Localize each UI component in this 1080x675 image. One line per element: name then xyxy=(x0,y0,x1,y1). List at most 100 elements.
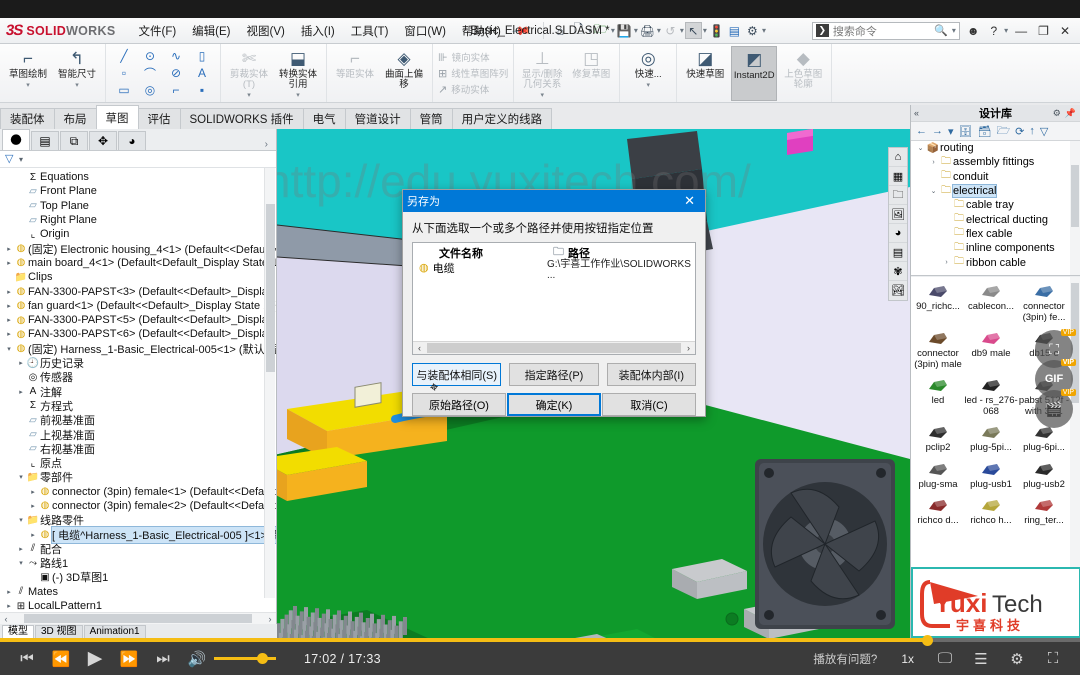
open-document-icon[interactable]: 🗁 xyxy=(593,22,610,39)
tree-node[interactable]: ▸◍connector (3pin) female<2> (Default<<D… xyxy=(0,499,276,513)
sketch-tool-11[interactable]: ▪ xyxy=(200,83,204,97)
expand-icon[interactable]: ▸ xyxy=(28,502,38,510)
settings-dropdown-icon[interactable]: ▾ xyxy=(762,26,766,35)
expand-icon[interactable]: ▸ xyxy=(4,288,14,296)
mirror-entities-row[interactable]: ⊪镜向实体 xyxy=(438,50,508,64)
scroll-left-icon[interactable]: ‹ xyxy=(0,614,12,624)
filter-icon[interactable]: ▽ xyxy=(5,154,16,165)
scroll-left-icon[interactable]: ‹ xyxy=(413,343,426,353)
library-item[interactable]: plug-usb1 xyxy=(965,458,1017,491)
tab-管道设计[interactable]: 管道设计 xyxy=(345,108,411,129)
expand-icon[interactable]: ▸ xyxy=(16,359,26,367)
help-icon[interactable]: ? xyxy=(986,24,1001,38)
sketch-tool-7[interactable]: A xyxy=(198,66,206,80)
tree-node[interactable]: ▣(-) 3D草图1 xyxy=(0,570,276,584)
skip-forward-button[interactable]: ⏭ xyxy=(146,642,180,675)
close-button[interactable]: ✕ xyxy=(1056,24,1074,38)
volume-button[interactable]: 🔊 xyxy=(180,642,214,675)
tree-node[interactable]: ▸◍connector (3pin) female<1> (Default<<D… xyxy=(0,485,276,499)
home-icon[interactable]: ⌂ xyxy=(552,22,569,39)
expand-icon[interactable]: ▾ xyxy=(4,345,14,353)
move-entities-row[interactable]: ↗移动实体 xyxy=(438,82,508,96)
tree-node[interactable]: ▾📁零部件 xyxy=(0,470,276,484)
settings-button[interactable]: ⚙ xyxy=(1000,642,1034,675)
tree-vertical-scrollbar[interactable] xyxy=(264,168,275,598)
repair-sketch-button[interactable]: ◳修复草图 xyxy=(568,46,614,101)
skip-back-button[interactable]: ⏮ xyxy=(10,642,44,675)
paths-listbox[interactable]: 文件名称 🗀路径 ◍电缆 G:\宇喜工作作业\SOLIDWORKS ... ‹ … xyxy=(412,242,696,355)
tree-node[interactable]: ▸◍[ 电缆^Harness_1-Basic_Electrical-005 ]<… xyxy=(0,527,276,541)
library-item[interactable]: pclip2 xyxy=(912,421,964,454)
gear-icon[interactable]: ⚙ xyxy=(1053,108,1061,119)
library-item[interactable]: connector (3pin) male xyxy=(912,327,964,370)
play-button[interactable]: ▶ xyxy=(78,642,112,675)
tree-node[interactable]: ▸◍fan guard<1> (Default<<Default>_Displa… xyxy=(0,299,276,313)
tree-node[interactable]: ▱Front Plane xyxy=(0,184,276,198)
dialog-button-0[interactable]: 与装配体相同(S) xyxy=(412,363,501,386)
dimxpert-manager-tab[interactable]: ✥ xyxy=(89,131,117,150)
sketch-tool-10[interactable]: ⌐ xyxy=(172,83,179,97)
dropdown-icon[interactable]: ▾ xyxy=(646,81,650,89)
tree-node[interactable]: ◎传感器 xyxy=(0,370,276,384)
library-tree-node[interactable]: 🗀electrical ducting xyxy=(911,212,1080,226)
convert-entities-button[interactable]: ⬓转换实体引用▾ xyxy=(275,46,321,101)
tree-node[interactable]: ▸⫽配合 xyxy=(0,542,276,556)
expand-icon[interactable]: ▸ xyxy=(4,259,14,267)
tab-评估[interactable]: 评估 xyxy=(138,108,181,129)
rebuild-icon[interactable]: 🚦 xyxy=(708,22,725,39)
expand-icon[interactable]: ▸ xyxy=(16,388,26,396)
feature-manager-tab[interactable]: 🌑 xyxy=(2,129,30,150)
tree-node[interactable]: ▸⊞LocalLPattern1 xyxy=(0,599,276,612)
expand-icon[interactable]: ▸ xyxy=(28,488,38,496)
display-manager-tab[interactable]: ◕ xyxy=(118,131,146,150)
sketch-tool-0[interactable]: ╱ xyxy=(120,49,127,63)
back-icon[interactable]: ← xyxy=(916,125,927,137)
sketch-tool-9[interactable]: ◎ xyxy=(145,83,155,97)
expand-icon[interactable]: ▸ xyxy=(4,302,14,310)
tree-node[interactable]: ▸◍(固定) Electronic housing_4<1> (Default<… xyxy=(0,241,276,255)
library-item[interactable]: plug-usb2 xyxy=(1018,458,1070,491)
tree-node[interactable]: ▸A注解 xyxy=(0,384,276,398)
expand-icon[interactable]: ▾ xyxy=(16,516,26,524)
library-item[interactable]: led - rs_276-068 xyxy=(965,374,1017,417)
print-icon[interactable]: 🖨 xyxy=(639,22,656,39)
menu-item-1[interactable]: 编辑(E) xyxy=(185,20,237,42)
library-item[interactable]: plug-5pi... xyxy=(965,421,1017,454)
library-item[interactable]: 90_richc... xyxy=(912,280,964,313)
tab-电气[interactable]: 电气 xyxy=(303,108,346,129)
rapid-sketch-button[interactable]: ◪快速草图 xyxy=(682,46,728,101)
pin-icon[interactable]: 📌 xyxy=(511,20,531,40)
dialog-action-0[interactable]: 原始路径(O) xyxy=(412,393,506,416)
custom-properties-icon[interactable]: ▤ xyxy=(889,243,907,262)
fast-forward-button[interactable]: ⏩ xyxy=(112,642,146,675)
select-cursor-icon[interactable]: ↖ xyxy=(685,22,702,39)
library-item[interactable]: richco h... xyxy=(965,494,1017,527)
library-tree-scrollbar[interactable] xyxy=(1070,141,1080,276)
quick-snaps-button[interactable]: ◎快速...▾ xyxy=(625,46,671,101)
tree-node[interactable]: ⌞Origin xyxy=(0,227,276,241)
cast-button[interactable]: 🖵 xyxy=(928,642,962,675)
rewind-button[interactable]: ⏪ xyxy=(44,642,78,675)
tree-node[interactable]: ▸⫽Mates xyxy=(0,585,276,599)
sketch-tool-3[interactable]: ▯ xyxy=(199,49,206,63)
dropdown-icon[interactable]: ▾ xyxy=(26,81,30,89)
bottom-tab-2[interactable]: Animation1 xyxy=(84,625,146,638)
linear-sketch-pattern-row[interactable]: ⊞线性草图阵列 xyxy=(438,66,508,80)
sketch-tool-5[interactable]: ⌒ xyxy=(144,65,156,82)
tree-node[interactable]: ▸◍FAN-3300-PAPST<5> (Default<<Default>_D… xyxy=(0,313,276,327)
offset-on-surface-button[interactable]: ◈曲面上偏移 xyxy=(381,46,427,101)
search-icon[interactable]: 🔍 xyxy=(934,24,948,37)
dropdown-icon[interactable]: ▾ xyxy=(540,91,544,99)
expand-icon[interactable]: ▾ xyxy=(16,559,26,567)
tree-node[interactable]: ▱右视基准面 xyxy=(0,442,276,456)
sketch-tool-8[interactable]: ▭ xyxy=(118,83,129,97)
undo-dropdown-icon[interactable]: ▾ xyxy=(680,26,684,35)
table-row[interactable]: ◍电缆 G:\宇喜工作作业\SOLIDWORKS ... xyxy=(413,260,695,275)
select-dropdown-icon[interactable]: ▾ xyxy=(703,26,707,35)
tree-node[interactable]: ▸◍FAN-3300-PAPST<6> (Default<<Default>_D… xyxy=(0,327,276,341)
library-tree-node[interactable]: 🗀flex cable xyxy=(911,227,1080,241)
pin-icon[interactable]: 📌 xyxy=(1065,108,1076,119)
library-grid-scrollbar[interactable] xyxy=(1070,277,1080,567)
playback-speed-button[interactable]: 1x xyxy=(889,652,926,666)
new-dropdown-icon[interactable]: ▾ xyxy=(588,26,592,35)
